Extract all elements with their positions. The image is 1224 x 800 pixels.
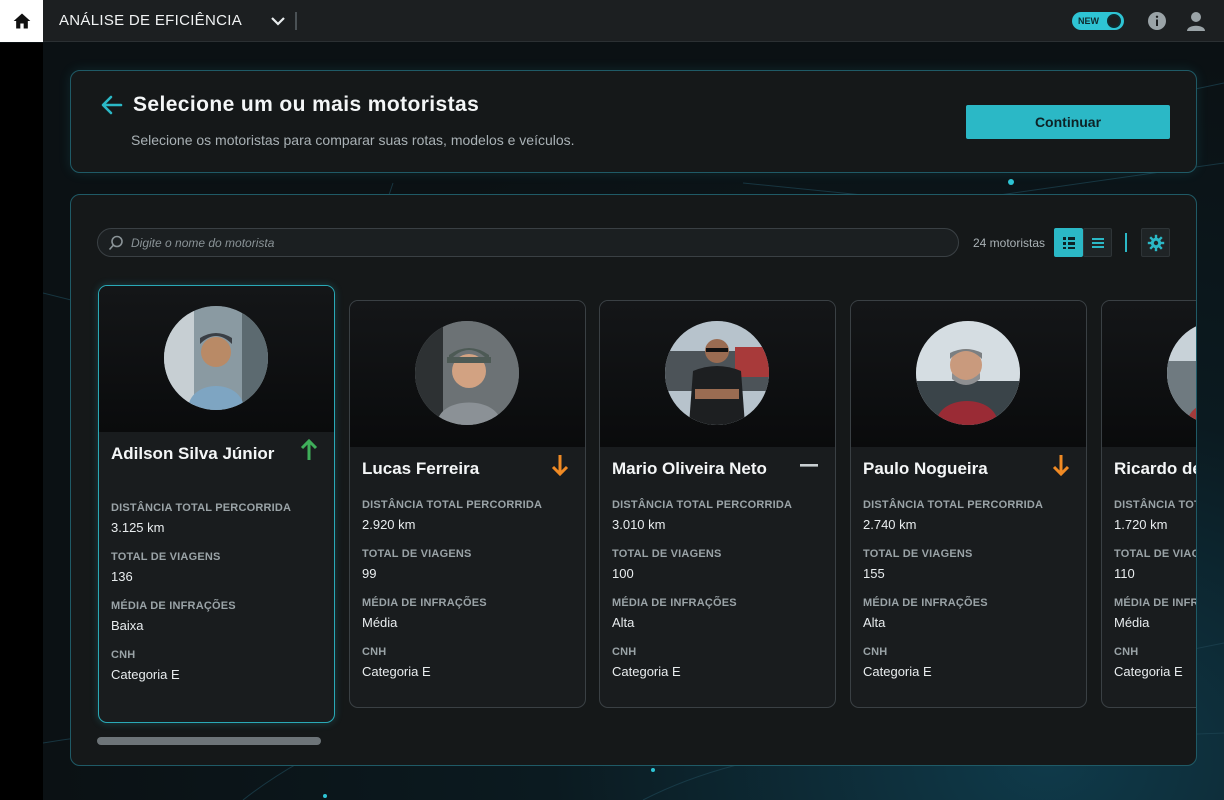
driver-name: Paulo Nogueira xyxy=(863,459,988,478)
settings-button[interactable] xyxy=(1141,228,1170,257)
license-label: CNH xyxy=(863,646,888,658)
distance-label: DISTÂNCIA TOTAL PERCORRIDA xyxy=(111,502,292,514)
back-arrow-icon[interactable] xyxy=(101,95,123,115)
infractions-label: MÉDIA DE INFRAÇÕES xyxy=(612,597,737,609)
license-label: CNH xyxy=(362,646,387,658)
trips-value: 99 xyxy=(362,566,377,581)
distance-value: 3.125 km xyxy=(111,520,165,535)
trips-label: TOTAL DE VIAGENS xyxy=(111,551,221,563)
distance-value: 2.740 km xyxy=(863,517,917,532)
top-bar: ANÁLISE DE EFICIÊNCIA NEW xyxy=(0,0,1224,42)
card-photo-area xyxy=(350,301,585,447)
driver-card[interactable]: Ricardo de DISTÂNCIA TOTAL PERCORRIDA 1.… xyxy=(1101,300,1197,708)
card-photo-area xyxy=(99,286,334,432)
grid-view-button[interactable] xyxy=(1054,228,1083,257)
driver-name: Ricardo de xyxy=(1114,459,1197,478)
driver-card[interactable]: Lucas Ferreira DISTÂNCIA TOTAL PERCORRID… xyxy=(349,300,586,708)
trips-value: 100 xyxy=(612,566,634,581)
license-label: CNH xyxy=(612,646,637,658)
trips-label: TOTAL DE VIAGENS xyxy=(362,548,472,560)
license-value: Categoria E xyxy=(362,664,431,679)
card-photo-area xyxy=(1102,301,1196,447)
driver-name: Lucas Ferreira xyxy=(362,459,480,478)
driver-card[interactable]: Adilson Silva Júnior DISTÂNCIA TOTAL PER… xyxy=(98,285,335,723)
driver-card[interactable]: Paulo Nogueira DISTÂNCIA TOTAL PERCORRID… xyxy=(850,300,1087,708)
infractions-label: MÉDIA DE INFRAÇÕES xyxy=(863,597,988,609)
trend-neutral-icon xyxy=(800,464,818,467)
trips-value: 110 xyxy=(1114,566,1135,581)
distance-value: 3.010 km xyxy=(612,517,666,532)
driver-avatar xyxy=(415,321,519,425)
driver-name: Mario Oliveira Neto xyxy=(612,459,767,478)
trips-value: 155 xyxy=(863,566,885,581)
list-view-icon xyxy=(1091,237,1104,248)
horizontal-scrollbar[interactable] xyxy=(97,737,321,745)
infractions-label: MÉDIA DE INFRAÇÕES xyxy=(1114,597,1197,609)
continue-button[interactable]: Continuar xyxy=(966,105,1170,139)
trend-down-icon xyxy=(1052,455,1070,477)
home-button[interactable] xyxy=(0,0,43,42)
home-icon xyxy=(13,13,30,29)
trips-label: TOTAL DE VIAGENS xyxy=(863,548,973,560)
distance-value: 2.920 km xyxy=(362,517,416,532)
infractions-label: MÉDIA DE INFRAÇÕES xyxy=(111,600,236,612)
driver-avatar xyxy=(665,321,769,425)
trips-value: 136 xyxy=(111,569,133,584)
title-divider xyxy=(295,12,297,30)
driver-name: Adilson Silva Júnior xyxy=(111,444,275,463)
gear-icon xyxy=(1147,234,1164,251)
trips-label: TOTAL DE VIAGENS xyxy=(1114,548,1196,560)
trips-label: TOTAL DE VIAGENS xyxy=(612,548,722,560)
page-subtitle: Selecione os motoristas para comparar su… xyxy=(131,132,575,148)
license-value: Categoria E xyxy=(1114,664,1183,679)
search-input[interactable] xyxy=(131,235,931,251)
driver-avatar xyxy=(916,321,1020,425)
drivers-panel: 24 motoristas xyxy=(70,194,1197,766)
driver-count: 24 motoristas xyxy=(973,236,1046,250)
search-box[interactable] xyxy=(97,228,959,257)
infractions-value: Média xyxy=(362,615,398,630)
card-photo-area xyxy=(851,301,1086,447)
app-title: ANÁLISE DE EFICIÊNCIA xyxy=(59,12,243,29)
toggle-knob xyxy=(1107,14,1121,28)
user-icon[interactable] xyxy=(1185,10,1207,32)
license-label: CNH xyxy=(1114,646,1139,658)
license-value: Categoria E xyxy=(612,664,681,679)
left-rail xyxy=(0,43,43,800)
distance-label: DISTÂNCIA TOTAL PERCORRIDA xyxy=(1114,499,1196,511)
search-icon xyxy=(108,235,123,251)
infractions-value: Baixa xyxy=(111,618,144,633)
license-value: Categoria E xyxy=(863,664,932,679)
trend-down-icon xyxy=(551,455,569,477)
driver-card[interactable]: Mario Oliveira Neto DISTÂNCIA TOTAL PERC… xyxy=(599,300,836,708)
infractions-value: Alta xyxy=(612,615,635,630)
license-label: CNH xyxy=(111,649,136,661)
list-view-button[interactable] xyxy=(1083,228,1112,257)
selection-header-panel: Selecione um ou mais motoristas Selecion… xyxy=(70,70,1197,173)
driver-avatar xyxy=(1167,321,1196,425)
infractions-value: Alta xyxy=(863,615,886,630)
card-photo-area xyxy=(600,301,835,447)
distance-label: DISTÂNCIA TOTAL PERCORRIDA xyxy=(612,499,793,511)
distance-label: DISTÂNCIA TOTAL PERCORRIDA xyxy=(362,499,543,511)
chevron-down-icon[interactable] xyxy=(270,14,286,28)
info-icon[interactable] xyxy=(1147,11,1167,31)
distance-label: DISTÂNCIA TOTAL PERCORRIDA xyxy=(863,499,1044,511)
toolbar-divider xyxy=(1125,233,1127,252)
infractions-value: Média xyxy=(1114,615,1150,630)
toggle-label: NEW xyxy=(1078,16,1099,26)
license-value: Categoria E xyxy=(111,667,180,682)
driver-avatar xyxy=(164,306,268,410)
page-title: Selecione um ou mais motoristas xyxy=(133,93,480,116)
grid-view-icon xyxy=(1062,236,1075,249)
infractions-label: MÉDIA DE INFRAÇÕES xyxy=(362,597,487,609)
distance-value: 1.720 km xyxy=(1114,517,1168,532)
trend-up-icon xyxy=(300,438,318,460)
new-ui-toggle[interactable]: NEW xyxy=(1072,12,1124,30)
